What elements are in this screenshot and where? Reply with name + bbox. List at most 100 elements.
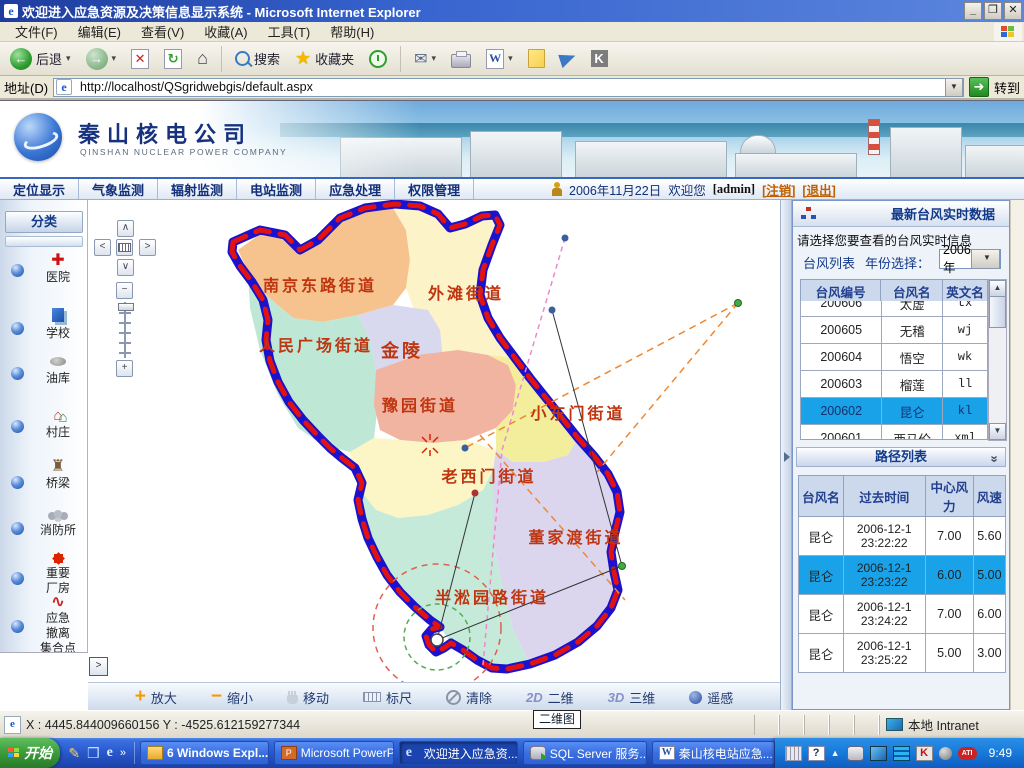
menu-file[interactable]: 文件(F) <box>6 21 67 42</box>
year-dropdown-icon[interactable]: ▼ <box>971 249 1000 269</box>
tray-sql-icon[interactable] <box>847 746 864 761</box>
task-word-document[interactable]: W 秦山核电站应急... <box>652 741 775 765</box>
task-windows-explorer[interactable]: 6 Windows Expl... ▾ <box>140 741 269 765</box>
search-button[interactable]: 搜索 <box>231 47 284 70</box>
sidebar-item-school[interactable]: 学校 <box>32 308 84 341</box>
clear-tool[interactable]: 清除 <box>446 688 492 707</box>
restore-button[interactable]: ❐ <box>984 2 1002 20</box>
menu-edit[interactable]: 编辑(E) <box>69 21 130 42</box>
panel-splitter[interactable] <box>780 200 792 710</box>
table-row-selected[interactable]: 昆仑 2006-12-123:23:22 6.00 5.00 <box>799 556 1006 595</box>
table-row[interactable]: 200606 太虚 tx <box>801 301 988 317</box>
collapse-chevron-icon[interactable]: » <box>985 455 1003 460</box>
expand-panel-button[interactable]: > <box>89 657 108 676</box>
tray-grid-icon[interactable] <box>893 746 910 761</box>
sidebar-item-evac-point[interactable]: ∿ 应急 撤离 集合点 <box>32 593 84 656</box>
view-2d-tool[interactable]: 2D二维 <box>526 688 574 707</box>
table-row[interactable]: 200601西马伦xml <box>801 425 988 441</box>
year-select[interactable]: 2006年 ▼ <box>939 249 1001 269</box>
pan-right-button[interactable]: > <box>139 239 156 256</box>
view-3d-tool[interactable]: 3D三维 <box>608 688 656 707</box>
scroll-up-button[interactable]: ▲ <box>989 280 1006 297</box>
keyboard-layout-icon[interactable] <box>785 746 802 761</box>
sidebar-item-key-plant[interactable]: 重要 厂房 <box>32 548 84 596</box>
favorites-button[interactable]: ★ 收藏夹 <box>291 46 358 71</box>
menu-favorites[interactable]: 收藏(A) <box>195 21 256 42</box>
zoom-out-tool[interactable]: −缩小 <box>211 688 253 707</box>
pan-center-button[interactable] <box>116 239 133 256</box>
toggle-oil-depot[interactable] <box>11 367 24 380</box>
go-label[interactable]: 转到 <box>994 78 1020 97</box>
task-sql-server[interactable]: SQL Server 服务... <box>523 741 647 765</box>
go-button[interactable]: ➜ <box>969 77 989 97</box>
stop-button[interactable]: ✕ <box>127 47 153 71</box>
quicklaunch-window-icon[interactable]: ❒ <box>87 745 100 761</box>
table-row[interactable]: 昆仑 2006-12-123:22:22 7.00 5.60 <box>799 517 1006 556</box>
tray-ati-icon[interactable]: ATI <box>958 747 977 760</box>
table-row[interactable]: 200603榴莲ll <box>801 371 988 398</box>
address-dropdown-button[interactable]: ▼ <box>945 78 963 97</box>
close-button[interactable]: ✕ <box>1004 2 1022 20</box>
tab-weather[interactable]: 气象监测 <box>79 179 158 199</box>
typhoon-table-scrollbar[interactable]: ▲ ▼ <box>988 279 1007 441</box>
tray-network-icon[interactable] <box>870 746 887 761</box>
toggle-key-plant[interactable] <box>11 572 24 585</box>
minimize-button[interactable]: _ <box>964 2 982 20</box>
help-tray-icon[interactable]: ? <box>808 746 825 761</box>
address-input[interactable]: e http://localhost/QSgridwebgis/default.… <box>53 78 964 97</box>
remote-sensing-tool[interactable]: 遥感 <box>689 688 733 707</box>
zoom-out-top-button[interactable]: − <box>116 282 133 299</box>
toggle-fire-station[interactable] <box>11 522 24 535</box>
menu-tools[interactable]: 工具(T) <box>259 21 320 42</box>
pan-tool[interactable]: 移动 <box>287 688 329 707</box>
sidebar-item-village[interactable]: ⌂ 村庄 <box>32 407 84 440</box>
sidebar-item-hospital[interactable]: ✚ 医院 <box>32 252 84 285</box>
discuss-button[interactable] <box>524 47 549 70</box>
toggle-hospital[interactable] <box>11 264 24 277</box>
menu-view[interactable]: 查看(V) <box>132 21 193 42</box>
task-ie-emergency-system[interactable]: e 欢迎进入应急资... <box>399 741 518 765</box>
table-row[interactable]: 200604悟空wk <box>801 344 988 371</box>
sidebar-item-bridge[interactable]: ♜ 桥梁 <box>32 458 84 491</box>
print-button[interactable] <box>447 48 475 70</box>
taskbar-clock[interactable]: 9:49 <box>983 746 1018 760</box>
forward-button[interactable]: →▾ <box>82 46 121 72</box>
table-row[interactable]: 200605无稽wj <box>801 317 988 344</box>
tray-round-icon[interactable] <box>939 747 952 760</box>
scroll-thumb[interactable] <box>989 296 1006 328</box>
zoom-slider-handle[interactable] <box>118 303 134 311</box>
district-map[interactable] <box>88 200 780 682</box>
back-button[interactable]: ← 后退▾ <box>6 46 75 72</box>
ruler-tool[interactable]: 标尺 <box>363 688 412 707</box>
snagit-button[interactable] <box>556 50 580 68</box>
pan-down-button[interactable]: ∨ <box>117 259 134 276</box>
map-viewport[interactable]: 南京东路街道 外滩街道 人民广场街道 金陵 豫园街道 小东门街道 老西门街道 董… <box>88 200 780 710</box>
start-button[interactable]: 开始 <box>0 738 60 768</box>
tab-locate[interactable]: 定位显示 <box>0 179 79 199</box>
quicklaunch-overflow-chevron[interactable]: » <box>120 745 126 761</box>
edit-word-button[interactable]: W▾ <box>482 47 517 71</box>
tab-radiation[interactable]: 辐射监测 <box>158 179 237 199</box>
tab-permissions[interactable]: 权限管理 <box>395 179 474 199</box>
toggle-bridge[interactable] <box>11 476 24 489</box>
quicklaunch-pen-icon[interactable]: ✎ <box>68 745 80 761</box>
kaspersky-button[interactable]: K <box>587 48 612 69</box>
exit-link[interactable]: [退出] <box>802 180 835 199</box>
toggle-evac-point[interactable] <box>11 620 24 633</box>
path-list-header[interactable]: 路径列表 » <box>796 447 1006 467</box>
task-powerpoint[interactable]: P Microsoft PowerP... <box>274 741 394 765</box>
zoom-in-bottom-button[interactable]: + <box>116 360 133 377</box>
tab-station[interactable]: 电站监测 <box>237 179 316 199</box>
tab-emergency[interactable]: 应急处理 <box>316 179 395 199</box>
menu-help[interactable]: 帮助(H) <box>321 21 383 42</box>
logout-link[interactable]: [注销] <box>762 180 795 199</box>
sidebar-item-fire-station[interactable]: 消防所 <box>32 505 84 538</box>
page-scrollbar[interactable] <box>1010 200 1024 710</box>
table-row[interactable]: 昆仑 2006-12-123:24:22 7.00 6.00 <box>799 595 1006 634</box>
tray-collapse-chevron[interactable]: ▲ <box>831 748 841 758</box>
refresh-button[interactable]: ↻ <box>160 47 186 71</box>
toggle-village[interactable] <box>11 420 24 433</box>
pan-up-button[interactable]: ∧ <box>117 220 134 237</box>
scroll-down-button[interactable]: ▼ <box>989 423 1006 440</box>
mail-button[interactable]: ✉▾ <box>410 47 440 71</box>
